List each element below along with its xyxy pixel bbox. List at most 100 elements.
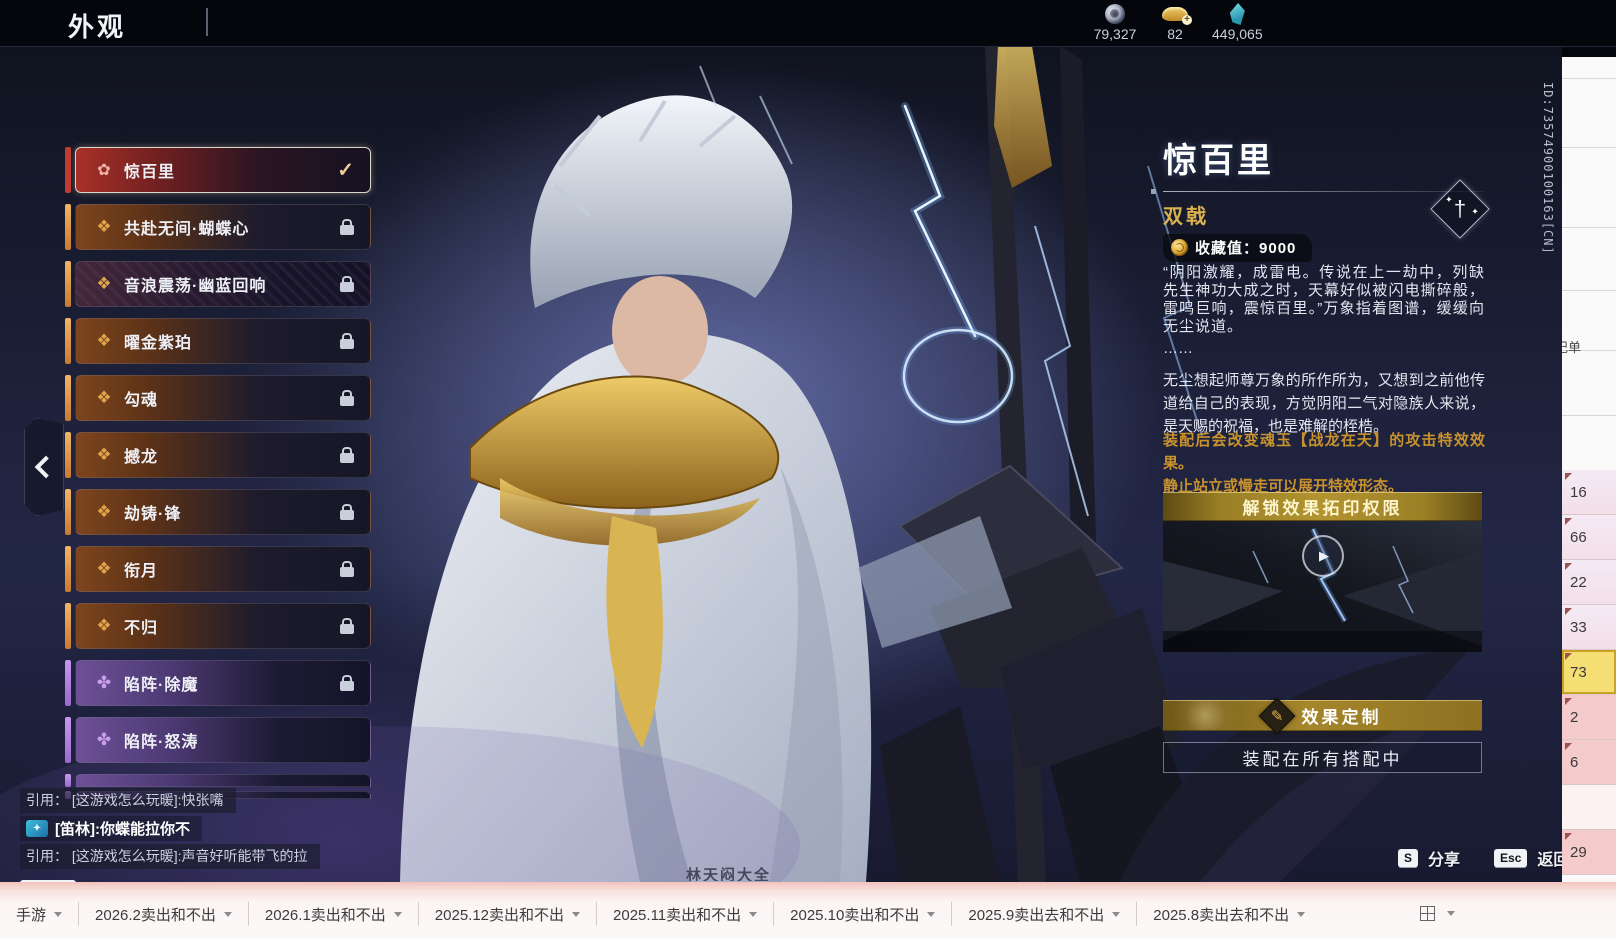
spreadsheet-number-cells: 16 66 22 33 73 2 6 29 xyxy=(1562,470,1616,875)
tier-icon xyxy=(92,502,116,522)
spreadsheet-cell[interactable]: 6 xyxy=(1562,740,1616,785)
list-item[interactable]: 惊百里 xyxy=(65,147,371,193)
channel-badge-icon: ✦ xyxy=(26,820,48,837)
spreadsheet-cell[interactable] xyxy=(1562,785,1616,830)
tier-stripe xyxy=(65,204,71,250)
list-item[interactable]: 衔月 xyxy=(65,546,371,592)
currency-item[interactable]: 449,065 xyxy=(1212,3,1263,42)
tier-stripe xyxy=(65,489,71,535)
spreadsheet-empty-cells[interactable]: 记单 xyxy=(1562,57,1616,470)
share-keycap: S xyxy=(1398,849,1419,867)
list-item[interactable]: 撼龙 xyxy=(65,432,371,478)
item-label: 陷阵·怒涛 xyxy=(124,734,199,751)
sheet-tab[interactable]: 2025.11卖出和不出 xyxy=(597,902,775,926)
tier-icon xyxy=(92,274,116,294)
spreadsheet-cell[interactable]: 33 xyxy=(1562,605,1616,650)
collection-value-badge: 收藏值：9000 xyxy=(1163,234,1313,262)
tier-stripe xyxy=(65,375,71,421)
title-underline xyxy=(1151,189,1483,194)
sheet-grid-icon xyxy=(1420,906,1435,921)
cell-value: 2 xyxy=(1570,708,1579,726)
list-item[interactable]: 劫铸·锋 xyxy=(65,489,371,535)
sheet-tab[interactable]: 2025.8卖出去和不出 xyxy=(1137,902,1321,926)
chevron-down-icon xyxy=(393,911,402,917)
share-label[interactable]: 分享 xyxy=(1428,846,1460,870)
page-title: 外观 xyxy=(68,12,127,42)
effect-preview-video[interactable] xyxy=(1163,521,1482,652)
list-item-partial[interactable] xyxy=(65,774,371,787)
item-label: 陷阵·除魔 xyxy=(124,677,199,694)
chat-text: 引用： [这游戏怎么玩暖]:声音好听能带飞的拉 xyxy=(26,848,308,864)
sheet-tab-label: 2025.12卖出和不出 xyxy=(434,906,565,924)
tier-stripe xyxy=(65,603,71,649)
currency-value: 79,327 xyxy=(1093,26,1137,42)
item-state-icon xyxy=(340,219,354,235)
sheet-tabs: 手游 2026.2卖出和不出 2026.1卖出和不出 2025.12卖出和不出 xyxy=(0,902,1321,926)
cell-value: 73 xyxy=(1570,663,1587,681)
sheet-list-control[interactable] xyxy=(1420,906,1455,921)
spreadsheet-cell[interactable]: 2 xyxy=(1562,695,1616,740)
item-label: 劫铸·锋 xyxy=(124,506,182,523)
effect-customize-button[interactable]: ✎ 效果定制 xyxy=(1163,697,1482,734)
lore-text: “阴阳激耀，成雷电。传说在上一劫中，列缺先生神功大成之时，天幕好似被闪电撕碎般，… xyxy=(1163,264,1485,439)
sheet-tab-label: 手游 xyxy=(16,906,47,924)
appearance-list: 惊百里 共赴无间·蝴蝶心 音浪震荡·幽蓝回响 xyxy=(65,147,371,774)
item-state-icon xyxy=(340,675,354,691)
back-keycap: Esc xyxy=(1494,849,1528,867)
tier-icon xyxy=(92,673,116,693)
game-screen: 外观 79,327 82 449,065 xyxy=(0,0,1616,939)
tier-stripe xyxy=(65,432,71,478)
sheet-tab-label: 2026.2卖出和不出 xyxy=(95,906,216,924)
tier-icon xyxy=(92,445,116,465)
sheet-tab[interactable]: 2025.9卖出去和不出 xyxy=(952,902,1138,926)
list-item[interactable]: 不归 xyxy=(65,603,371,649)
tier-stripe xyxy=(65,717,71,763)
sheet-tab[interactable]: 手游 xyxy=(0,902,80,926)
sheet-tab[interactable]: 2025.12卖出和不出 xyxy=(419,902,598,926)
collection-value: 9000 xyxy=(1259,240,1297,257)
chevron-left-icon xyxy=(34,455,58,479)
tier-icon xyxy=(92,217,116,237)
item-label: 衔月 xyxy=(124,563,159,580)
list-item[interactable]: 陷阵·怒涛 xyxy=(65,717,371,763)
spreadsheet-cell[interactable]: 22 xyxy=(1562,560,1616,605)
item-label: 撼龙 xyxy=(124,449,159,466)
currency-item[interactable]: 79,327 xyxy=(1092,3,1138,42)
chevron-down-icon xyxy=(749,911,758,917)
chat-text: [笛林]:你蝶能拉你不 xyxy=(55,821,190,838)
tier-stripe xyxy=(65,660,71,706)
sheet-tab[interactable]: 2026.1卖出和不出 xyxy=(249,902,419,926)
currency-item[interactable]: 82 xyxy=(1152,3,1198,42)
list-item[interactable]: 共赴无间·蝴蝶心 xyxy=(65,204,371,250)
list-item[interactable]: 陷阵·除魔 xyxy=(65,660,371,706)
cell-value: 6 xyxy=(1570,753,1579,771)
tier-stripe xyxy=(65,147,71,193)
chat-message: ✦ [笛林]:你蝶能拉你不 xyxy=(20,816,202,841)
weapon-type-label: 双戟 xyxy=(1163,206,1209,228)
list-item[interactable]: 音浪震荡·幽蓝回响 xyxy=(65,261,371,307)
cell-value: 29 xyxy=(1570,843,1587,861)
chevron-down-icon xyxy=(572,911,581,917)
item-state-icon xyxy=(340,447,354,463)
spreadsheet-cell[interactable]: 73 xyxy=(1562,650,1616,695)
chevron-down-icon xyxy=(1297,911,1306,917)
sheet-tab[interactable]: 2026.2卖出和不出 xyxy=(79,902,249,926)
spreadsheet-cell[interactable]: 29 xyxy=(1562,830,1616,875)
equip-all-button[interactable]: 装配在所有搭配中 xyxy=(1163,742,1482,773)
occluded-background-text: 林天闷大全 xyxy=(686,867,772,881)
item-label: 曜金紫珀 xyxy=(124,335,193,352)
list-item[interactable]: 勾魂 xyxy=(65,375,371,421)
cell-value: 22 xyxy=(1570,573,1587,591)
play-button[interactable] xyxy=(1301,535,1344,577)
sheet-tab[interactable]: 2025.10卖出和不出 xyxy=(774,902,953,926)
spreadsheet-text-fragment: 记单 xyxy=(1562,340,1582,355)
unlock-imprint-button[interactable]: 解锁效果拓印权限 xyxy=(1163,492,1482,521)
spreadsheet-cell[interactable]: 66 xyxy=(1562,515,1616,560)
list-item[interactable]: 曜金紫珀 xyxy=(65,318,371,364)
item-state-icon xyxy=(340,618,354,634)
currency-value: 449,065 xyxy=(1212,26,1263,42)
chat-message: ✦ 引用： [这游戏怎么玩暖]:快张嘴 xyxy=(20,788,236,813)
spreadsheet-cell[interactable]: 16 xyxy=(1562,470,1616,515)
item-state-icon xyxy=(340,390,354,406)
collapse-panel-button[interactable] xyxy=(24,418,64,516)
